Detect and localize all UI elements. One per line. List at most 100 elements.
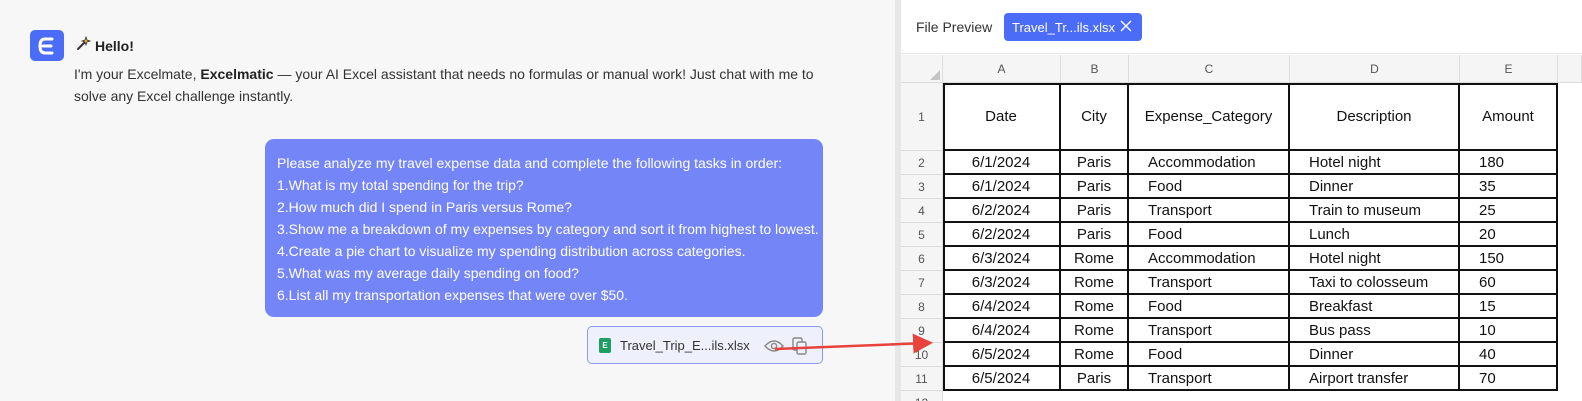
row-header-3[interactable]: 3 — [901, 175, 943, 199]
chat-pane: Hello! I'm your Excelmate, Excelmatic — … — [0, 0, 900, 401]
copy-icon[interactable] — [792, 337, 808, 358]
cell-date[interactable]: 6/2/2024 — [943, 223, 1061, 247]
cell-city[interactable]: Paris — [1061, 223, 1129, 247]
cell-date[interactable]: 6/5/2024 — [943, 367, 1061, 391]
cell-category[interactable]: Transport — [1129, 199, 1290, 223]
cell-description[interactable]: Hotel night — [1290, 247, 1460, 271]
excel-file-icon: E — [599, 337, 611, 353]
cell-amount[interactable]: 10 — [1460, 319, 1558, 343]
cell-description[interactable]: Airport transfer — [1290, 367, 1460, 391]
cell-date[interactable]: 6/4/2024 — [943, 295, 1061, 319]
cell-category[interactable]: Transport — [1129, 319, 1290, 343]
attachment-chip[interactable]: E Travel_Trip_E...ils.xlsx — [587, 326, 823, 364]
excelmatic-logo-icon — [38, 37, 54, 54]
column-header-b[interactable]: B — [1061, 55, 1129, 83]
header-cell-amount[interactable]: Amount — [1460, 83, 1558, 151]
select-all-corner[interactable] — [901, 55, 943, 83]
cell-description[interactable]: Breakfast — [1290, 295, 1460, 319]
message-line: 1.What is my total spending for the trip… — [277, 177, 524, 193]
row-header-4[interactable]: 4 — [901, 199, 943, 223]
intro-brand: Excelmatic — [200, 66, 274, 82]
file-tab-label: Travel_Tr...ils.xlsx — [1012, 19, 1116, 35]
close-icon[interactable] — [1119, 19, 1133, 36]
cell-date[interactable]: 6/1/2024 — [943, 151, 1061, 175]
column-header-c[interactable]: C — [1129, 55, 1290, 83]
cell-category[interactable]: Accommodation — [1129, 247, 1290, 271]
cell-city[interactable]: Rome — [1061, 295, 1129, 319]
cell-category[interactable]: Food — [1129, 223, 1290, 247]
cell-amount[interactable]: 40 — [1460, 343, 1558, 367]
message-line: 5.What was my average daily spending on … — [277, 265, 579, 281]
cell-city[interactable]: Rome — [1061, 271, 1129, 295]
cell-category[interactable]: Transport — [1129, 367, 1290, 391]
cell-city[interactable]: Rome — [1061, 343, 1129, 367]
cell-amount[interactable]: 15 — [1460, 295, 1558, 319]
eye-icon[interactable] — [764, 339, 784, 356]
cell-description[interactable]: Train to museum — [1290, 199, 1460, 223]
intro-text: I'm your Excelmate, Excelmatic — your AI… — [74, 63, 834, 107]
cell-amount[interactable]: 35 — [1460, 175, 1558, 199]
cell-category[interactable]: Food — [1129, 343, 1290, 367]
row-header-5[interactable]: 5 — [901, 223, 943, 247]
cell-amount[interactable]: 180 — [1460, 151, 1558, 175]
row-header-1[interactable]: 1 — [901, 83, 943, 151]
cell-category[interactable]: Transport — [1129, 271, 1290, 295]
cell-date[interactable]: 6/1/2024 — [943, 175, 1061, 199]
cell-city[interactable]: Paris — [1061, 367, 1129, 391]
column-header-d[interactable]: D — [1290, 55, 1460, 83]
cell-date[interactable]: 6/3/2024 — [943, 247, 1061, 271]
cell-category[interactable]: Food — [1129, 175, 1290, 199]
message-line: 2.How much did I spend in Paris versus R… — [277, 199, 572, 215]
spreadsheet-grid[interactable]: ABCDE123456789101112DateCityExpense_Cate… — [901, 55, 1582, 401]
row-header-10[interactable]: 10 — [901, 343, 943, 367]
file-tab[interactable]: Travel_Tr...ils.xlsx — [1004, 13, 1142, 41]
cell-city[interactable]: Paris — [1061, 199, 1129, 223]
column-header-e[interactable]: E — [1460, 55, 1558, 83]
cell-description[interactable]: Taxi to colosseum — [1290, 271, 1460, 295]
cell-city[interactable]: Paris — [1061, 151, 1129, 175]
column-header-a[interactable]: A — [943, 55, 1061, 83]
cell-description[interactable]: Lunch — [1290, 223, 1460, 247]
cell-category[interactable]: Food — [1129, 295, 1290, 319]
file-preview-pane: File Preview Travel_Tr...ils.xlsx ABCDE 1… — [901, 0, 1582, 401]
cell-category[interactable]: Accommodation — [1129, 151, 1290, 175]
message-line: 3.Show me a breakdown of my expenses by … — [277, 221, 819, 237]
row-header-7[interactable]: 7 — [901, 271, 943, 295]
row-header-11[interactable]: 11 — [901, 367, 943, 391]
header-cell-date[interactable]: Date — [943, 83, 1061, 151]
cell-amount[interactable]: 70 — [1460, 367, 1558, 391]
cell-amount[interactable]: 60 — [1460, 271, 1558, 295]
header-cell-category[interactable]: Expense_Category — [1129, 83, 1290, 151]
message-line: 4.Create a pie chart to visualize my spe… — [277, 243, 746, 259]
cell-city[interactable]: Rome — [1061, 319, 1129, 343]
corner-triangle-icon — [930, 70, 940, 80]
magic-wand-icon — [75, 35, 92, 55]
preview-header: File Preview Travel_Tr...ils.xlsx — [901, 0, 1582, 54]
attachment-name: Travel_Trip_E...ils.xlsx — [620, 337, 750, 353]
row-header-6[interactable]: 6 — [901, 247, 943, 271]
cell-description[interactable]: Bus pass — [1290, 319, 1460, 343]
cell-date[interactable]: 6/3/2024 — [943, 271, 1061, 295]
header-cell-description[interactable]: Description — [1290, 83, 1460, 151]
cell-date[interactable]: 6/5/2024 — [943, 343, 1061, 367]
cell-date[interactable]: 6/4/2024 — [943, 319, 1061, 343]
cell-description[interactable]: Hotel night — [1290, 151, 1460, 175]
row-header-2[interactable]: 2 — [901, 151, 943, 175]
cell-amount[interactable]: 150 — [1460, 247, 1558, 271]
row-header-9[interactable]: 9 — [901, 319, 943, 343]
header-cell-city[interactable]: City — [1061, 83, 1129, 151]
row-header-12[interactable]: 12 — [901, 391, 943, 401]
row-header-8[interactable]: 8 — [901, 295, 943, 319]
cell-city[interactable]: Rome — [1061, 247, 1129, 271]
cell-description[interactable]: Dinner — [1290, 343, 1460, 367]
cell-city[interactable]: Paris — [1061, 175, 1129, 199]
preview-title: File Preview — [916, 19, 993, 35]
column-header-filler — [1558, 55, 1582, 83]
cell-amount[interactable]: 20 — [1460, 223, 1558, 247]
message-line: 6.List all my transportation expenses th… — [277, 287, 628, 303]
cell-description[interactable]: Dinner — [1290, 175, 1460, 199]
cell-date[interactable]: 6/2/2024 — [943, 199, 1061, 223]
excelmatic-avatar — [30, 30, 64, 61]
greeting: Hello! — [75, 35, 134, 55]
cell-amount[interactable]: 25 — [1460, 199, 1558, 223]
